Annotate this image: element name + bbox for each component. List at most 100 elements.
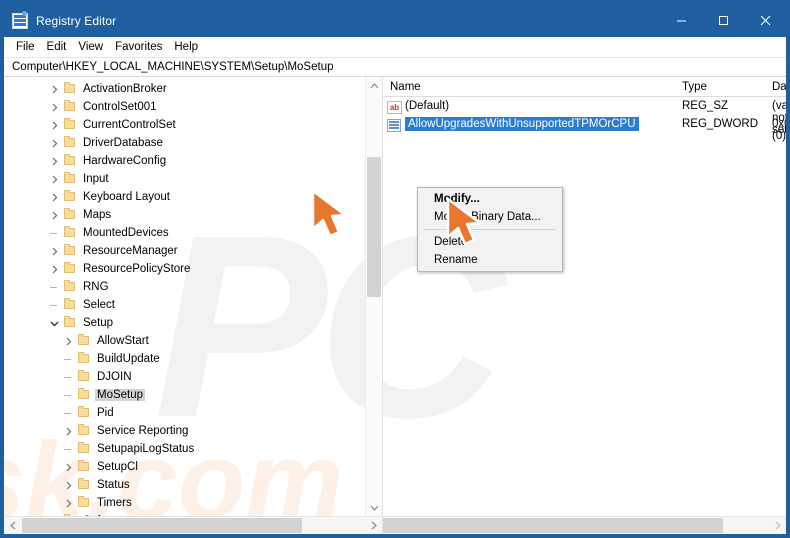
tree-hscroll-thumb[interactable] <box>22 518 302 533</box>
tree-item-label: Service Reporting <box>97 425 189 437</box>
context-menu[interactable]: Modify... Modify Binary Data... Delete Rena… <box>417 187 563 272</box>
tree-item-select[interactable]: Select <box>4 296 365 314</box>
tree-scroll-area: ActivationBroker ControlSet001 CurrentCont… <box>4 77 382 516</box>
folder-icon <box>76 476 92 494</box>
chevron-right-icon[interactable] <box>46 134 62 152</box>
tree-vertical-scrollbar[interactable] <box>365 77 382 516</box>
tree-item-keyboard-layout[interactable]: Keyboard Layout <box>4 188 365 206</box>
context-menu-item-label: Rename <box>434 254 478 266</box>
chevron-right-icon[interactable] <box>46 116 62 134</box>
folder-icon <box>76 440 92 458</box>
tree-horizontal-scrollbar[interactable] <box>4 516 382 534</box>
address-bar[interactable]: Computer\HKEY_LOCAL_MACHINE\SYSTEM\Setup… <box>4 57 786 77</box>
tree-item-label: MoSetup <box>95 389 146 401</box>
column-header-type[interactable]: Type <box>682 81 707 93</box>
tree-item-service-reporting[interactable]: Service Reporting <box>4 422 365 440</box>
folder-icon <box>62 152 78 170</box>
tree-scroll-thumb[interactable] <box>367 157 381 297</box>
tree-item-rng[interactable]: RNG <box>4 278 365 296</box>
tree-item-mosetup[interactable]: MoSetup <box>4 386 365 404</box>
context-menu-item-delete[interactable]: Delete <box>418 233 562 251</box>
tree-connector <box>60 350 76 368</box>
values-pane: Name Type Data ab(Default)REG_SZ(value n… <box>383 77 786 534</box>
tree-item-setupcl[interactable]: SetupCl <box>4 458 365 476</box>
tree-item-buildupdate[interactable]: BuildUpdate <box>4 350 365 368</box>
chevron-right-icon[interactable] <box>46 170 62 188</box>
chevron-right-icon[interactable] <box>46 242 62 260</box>
menu-item-help[interactable]: Help <box>168 40 204 54</box>
scroll-up-icon[interactable] <box>366 77 382 94</box>
tree-item-resourcepolicystore[interactable]: ResourcePolicyStore <box>4 260 365 278</box>
value-row[interactable]: ab(Default)REG_SZ(value not set) <box>383 99 786 136</box>
tree-item-label: Select <box>83 299 115 311</box>
values-horizontal-scrollbar[interactable] <box>383 516 786 534</box>
chevron-right-icon[interactable] <box>46 152 62 170</box>
minimize-button[interactable] <box>660 4 702 37</box>
tree-item-label: ResourcePolicyStore <box>83 263 191 275</box>
column-header-name[interactable]: Name <box>390 81 421 93</box>
chevron-right-icon[interactable] <box>46 80 62 98</box>
tree-connector <box>60 386 76 404</box>
tree-item-driverdatabase[interactable]: DriverDatabase <box>4 134 365 152</box>
tree-item-resourcemanager[interactable]: ResourceManager <box>4 242 365 260</box>
scroll-down-icon[interactable] <box>366 499 382 516</box>
folder-icon <box>76 368 92 386</box>
menu-item-file[interactable]: File <box>10 40 41 54</box>
tree-item-timers[interactable]: Timers <box>4 494 365 512</box>
menu-item-view[interactable]: View <box>72 40 109 54</box>
chevron-right-icon[interactable] <box>60 422 76 440</box>
folder-icon <box>62 224 78 242</box>
values-column-header: Name Type Data <box>383 77 786 97</box>
tree-item-maps[interactable]: Maps <box>4 206 365 224</box>
tree-item-label: Pid <box>97 407 114 419</box>
tree-item-pid[interactable]: Pid <box>4 404 365 422</box>
tree-item-djoin[interactable]: DJOIN <box>4 368 365 386</box>
value-row[interactable]: AllowUpgradesWithUnsupportedTPMOrCPU REG_… <box>383 117 786 142</box>
folder-icon <box>62 242 78 260</box>
values-hscroll-thumb[interactable] <box>383 518 723 533</box>
chevron-right-icon[interactable] <box>60 494 76 512</box>
registry-tree[interactable]: ActivationBroker ControlSet001 CurrentCont… <box>4 77 365 516</box>
tree-item-setup[interactable]: Setup <box>4 314 365 332</box>
registry-tree-pane: ActivationBroker ControlSet001 CurrentCont… <box>4 77 383 534</box>
tree-item-controlset001[interactable]: ControlSet001 <box>4 98 365 116</box>
menu-item-edit[interactable]: Edit <box>41 40 73 54</box>
scroll-left-icon[interactable] <box>4 517 21 534</box>
column-header-data[interactable]: Data <box>772 81 786 93</box>
tree-item-label: DJOIN <box>97 371 132 383</box>
value-data: 0x00000000 (0) <box>772 118 786 142</box>
chevron-right-icon[interactable] <box>60 476 76 494</box>
tree-item-label: Keyboard Layout <box>83 191 170 203</box>
tree-item-input[interactable]: Input <box>4 170 365 188</box>
folder-icon <box>76 458 92 476</box>
context-menu-item-rename[interactable]: Rename <box>418 251 562 269</box>
values-scroll-right-icon[interactable] <box>769 517 786 534</box>
tree-item-activationbroker[interactable]: ActivationBroker <box>4 80 365 98</box>
context-menu-item-modify-binary-data[interactable]: Modify Binary Data... <box>418 208 562 226</box>
values-list[interactable]: ab(Default)REG_SZ(value not set)AllowUpg… <box>383 97 786 516</box>
tree-item-hardwareconfig[interactable]: HardwareConfig <box>4 152 365 170</box>
menu-item-favorites[interactable]: Favorites <box>109 40 168 54</box>
chevron-right-icon[interactable] <box>46 260 62 278</box>
tree-item-mounteddevices[interactable]: MountedDevices <box>4 224 365 242</box>
chevron-right-icon[interactable] <box>46 188 62 206</box>
context-menu-item-modify[interactable]: Modify... <box>418 190 562 208</box>
chevron-right-icon[interactable] <box>46 98 62 116</box>
chevron-down-icon[interactable] <box>46 314 62 332</box>
value-type: REG_DWORD <box>682 118 759 130</box>
chevron-right-icon[interactable] <box>60 458 76 476</box>
context-menu-item-label: Modify Binary Data... <box>434 211 541 223</box>
chevron-right-icon[interactable] <box>46 206 62 224</box>
close-button[interactable] <box>744 4 786 37</box>
tree-item-allowstart[interactable]: AllowStart <box>4 332 365 350</box>
chevron-right-icon[interactable] <box>60 332 76 350</box>
maximize-button[interactable] <box>702 4 744 37</box>
tree-item-setupapilogstatus[interactable]: SetupapiLogStatus <box>4 440 365 458</box>
tree-item-status[interactable]: Status <box>4 476 365 494</box>
scroll-right-icon[interactable] <box>365 517 382 534</box>
tree-item-currentcontrolset[interactable]: CurrentControlSet <box>4 116 365 134</box>
tree-item-label: Input <box>83 173 109 185</box>
folder-icon <box>62 296 78 314</box>
title-bar: Registry Editor <box>4 4 786 37</box>
folder-icon <box>76 422 92 440</box>
